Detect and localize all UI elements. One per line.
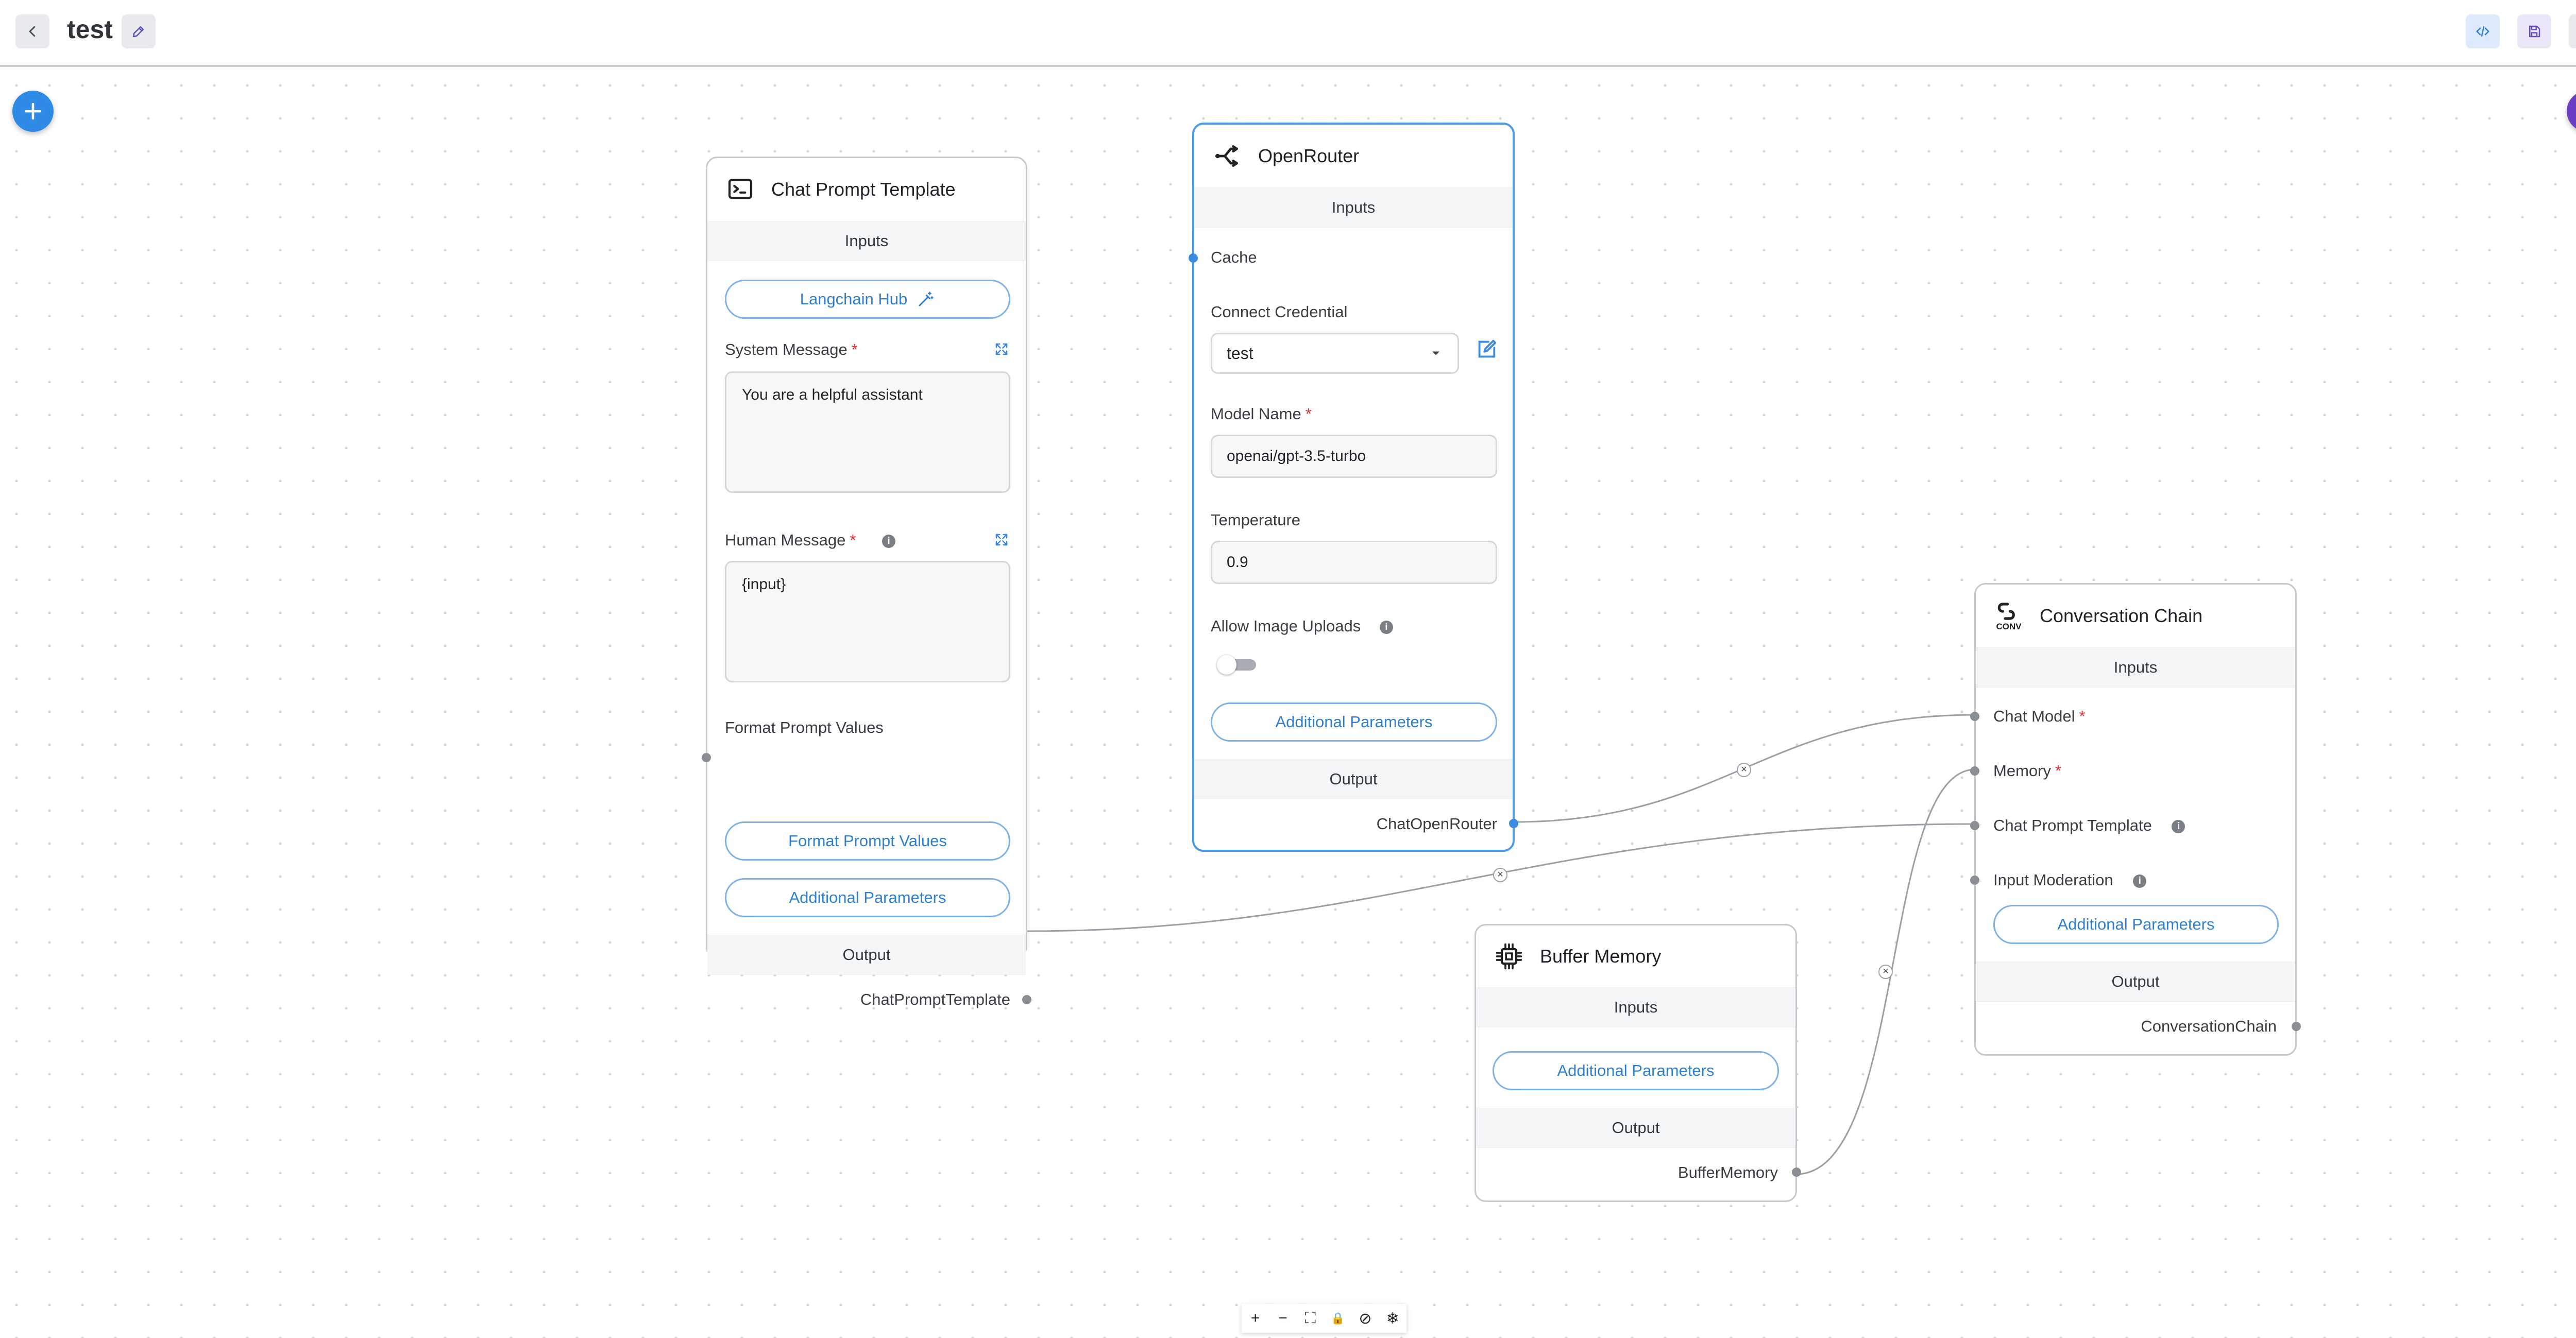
node-title: OpenRouter	[1258, 145, 1360, 166]
langchain-hub-label: Langchain Hub	[800, 290, 908, 308]
node-header: Buffer Memory	[1476, 925, 1795, 987]
chat-prompt-template-input-handle[interactable]	[1970, 821, 1979, 830]
header-bar: test	[0, 0, 2576, 67]
output-handle[interactable]	[1792, 1168, 1801, 1177]
chat-prompt-template-label: Chat Prompt Template i	[1993, 816, 2185, 835]
pencil-icon	[132, 26, 144, 38]
conversation-chain-icon-text: CONV	[1996, 622, 2022, 631]
additional-parameters-button[interactable]: Additional Parameters	[1493, 1051, 1779, 1090]
memory-label: Memory *	[1993, 762, 2062, 780]
node-header: CONV Conversation Chain	[1976, 585, 2295, 647]
terminal-prompt-icon	[725, 174, 756, 205]
chat-model-label: Chat Model *	[1993, 707, 2086, 725]
flow-canvas[interactable]: × × × Chat Prompt Template Inputs Langch…	[0, 69, 2576, 1338]
additional-parameters-button[interactable]: Additional Parameters	[1211, 702, 1497, 742]
credential-value: test	[1227, 344, 1253, 363]
additional-parameters-button[interactable]: Additional Parameters	[725, 878, 1010, 917]
output-name: ChatPromptTemplate	[860, 990, 1010, 1008]
info-icon[interactable]: i	[1379, 620, 1393, 634]
input-moderation-label: Input Moderation i	[1993, 871, 2147, 889]
langchain-hub-button[interactable]: Langchain Hub	[725, 280, 1010, 319]
node-title: Buffer Memory	[1540, 946, 1662, 967]
delete-edge-button[interactable]: ×	[1493, 868, 1507, 882]
save-button[interactable]	[2517, 14, 2551, 48]
allow-image-uploads-toggle[interactable]	[1217, 655, 1258, 675]
view-code-button[interactable]	[2466, 14, 2500, 48]
model-name-label: Model Name *	[1211, 405, 1312, 423]
inputs-band: Inputs	[1976, 647, 2295, 688]
additional-parameters-button[interactable]: Additional Parameters	[1993, 905, 2279, 944]
code-icon	[2476, 26, 2489, 37]
save-icon	[2529, 25, 2540, 38]
connect-credential-label: Connect Credential	[1211, 303, 1348, 321]
output-handle[interactable]	[1509, 819, 1518, 828]
toggle-background-button[interactable]: ⊘	[1353, 1310, 1378, 1328]
node-title: Conversation Chain	[2040, 605, 2203, 626]
memory-input-handle[interactable]	[1970, 766, 1979, 776]
temperature-label: Temperature	[1211, 511, 1301, 529]
fit-view-button[interactable]: ⛶	[1298, 1310, 1323, 1327]
human-message-label: Human Message * i	[725, 531, 896, 550]
output-band: Output	[1476, 1108, 1795, 1148]
output-name: ConversationChain	[2141, 1017, 2277, 1035]
output-name: BufferMemory	[1677, 1163, 1778, 1181]
inputs-band: Inputs	[707, 221, 1026, 261]
node-header: OpenRouter	[1194, 125, 1513, 187]
flow-title: test	[67, 15, 113, 44]
temperature-input[interactable]: 0.9	[1211, 541, 1497, 584]
model-name-input[interactable]: openai/gpt-3.5-turbo	[1211, 435, 1497, 478]
flow-controls: + − ⛶ 🔒 ⊘ ❄	[1242, 1304, 1406, 1333]
memory-chip-icon	[1494, 941, 1524, 972]
allow-image-uploads-label: Allow Image Uploads i	[1211, 617, 1393, 636]
output-band: Output	[707, 935, 1026, 975]
edit-title-button[interactable]	[122, 14, 156, 48]
openrouter-node[interactable]: OpenRouter Inputs Cache Connect Credenti…	[1189, 123, 1518, 852]
output-handle[interactable]	[2292, 1022, 2301, 1031]
system-message-label: System Message *	[725, 340, 858, 358]
info-icon[interactable]: i	[2172, 819, 2185, 833]
magic-wand-icon	[919, 291, 934, 306]
input-handle[interactable]	[702, 753, 711, 762]
delete-edge-button[interactable]: ×	[1878, 965, 1893, 979]
output-name: ChatOpenRouter	[1376, 815, 1497, 833]
buffer-memory-node[interactable]: Buffer Memory Inputs Additional Paramete…	[1475, 924, 1801, 1202]
settings-button[interactable]	[2569, 14, 2576, 48]
back-button[interactable]	[15, 14, 49, 48]
input-moderation-input-handle[interactable]	[1970, 876, 1979, 885]
chat-prompt-template-node[interactable]: Chat Prompt Template Inputs Langchain Hu…	[702, 157, 1031, 1008]
inputs-band: Inputs	[1476, 987, 1795, 1027]
delete-edge-button[interactable]: ×	[1737, 763, 1751, 777]
format-prompt-values-label: Format Prompt Values	[725, 718, 884, 736]
chat-model-input-handle[interactable]	[1970, 712, 1979, 721]
format-prompt-values-button[interactable]: Format Prompt Values	[725, 821, 1010, 861]
output-handle[interactable]	[1022, 995, 1031, 1004]
inputs-band: Inputs	[1194, 187, 1513, 228]
caret-down-icon	[1432, 351, 1439, 355]
human-message-textarea[interactable]: {input}	[725, 561, 1010, 682]
output-band: Output	[1976, 962, 2295, 1002]
conversation-chain-icon: CONV	[1993, 601, 2024, 631]
output-band: Output	[1194, 759, 1513, 799]
snap-to-grid-button[interactable]: ❄	[1380, 1310, 1405, 1328]
expand-icon[interactable]	[994, 341, 1009, 357]
chevron-left-icon	[29, 26, 36, 37]
zoom-out-button[interactable]: −	[1270, 1310, 1295, 1327]
router-icon	[1212, 141, 1243, 171]
system-message-textarea[interactable]: You are a helpful assistant	[725, 371, 1010, 493]
node-title: Chat Prompt Template	[771, 179, 956, 200]
expand-icon[interactable]	[994, 532, 1009, 547]
cache-input-handle[interactable]	[1189, 253, 1198, 263]
zoom-in-button[interactable]: +	[1243, 1310, 1268, 1327]
info-icon[interactable]: i	[882, 534, 896, 548]
lock-button[interactable]: 🔒	[1326, 1312, 1350, 1325]
info-icon[interactable]: i	[2133, 874, 2147, 888]
edit-credential-icon[interactable]	[1475, 338, 1498, 362]
node-header: Chat Prompt Template	[707, 158, 1026, 221]
conversation-chain-node[interactable]: CONV Conversation Chain Inputs Chat Mode…	[1970, 583, 2301, 1056]
credential-select[interactable]: test	[1211, 333, 1459, 374]
cache-label: Cache	[1211, 248, 1257, 266]
